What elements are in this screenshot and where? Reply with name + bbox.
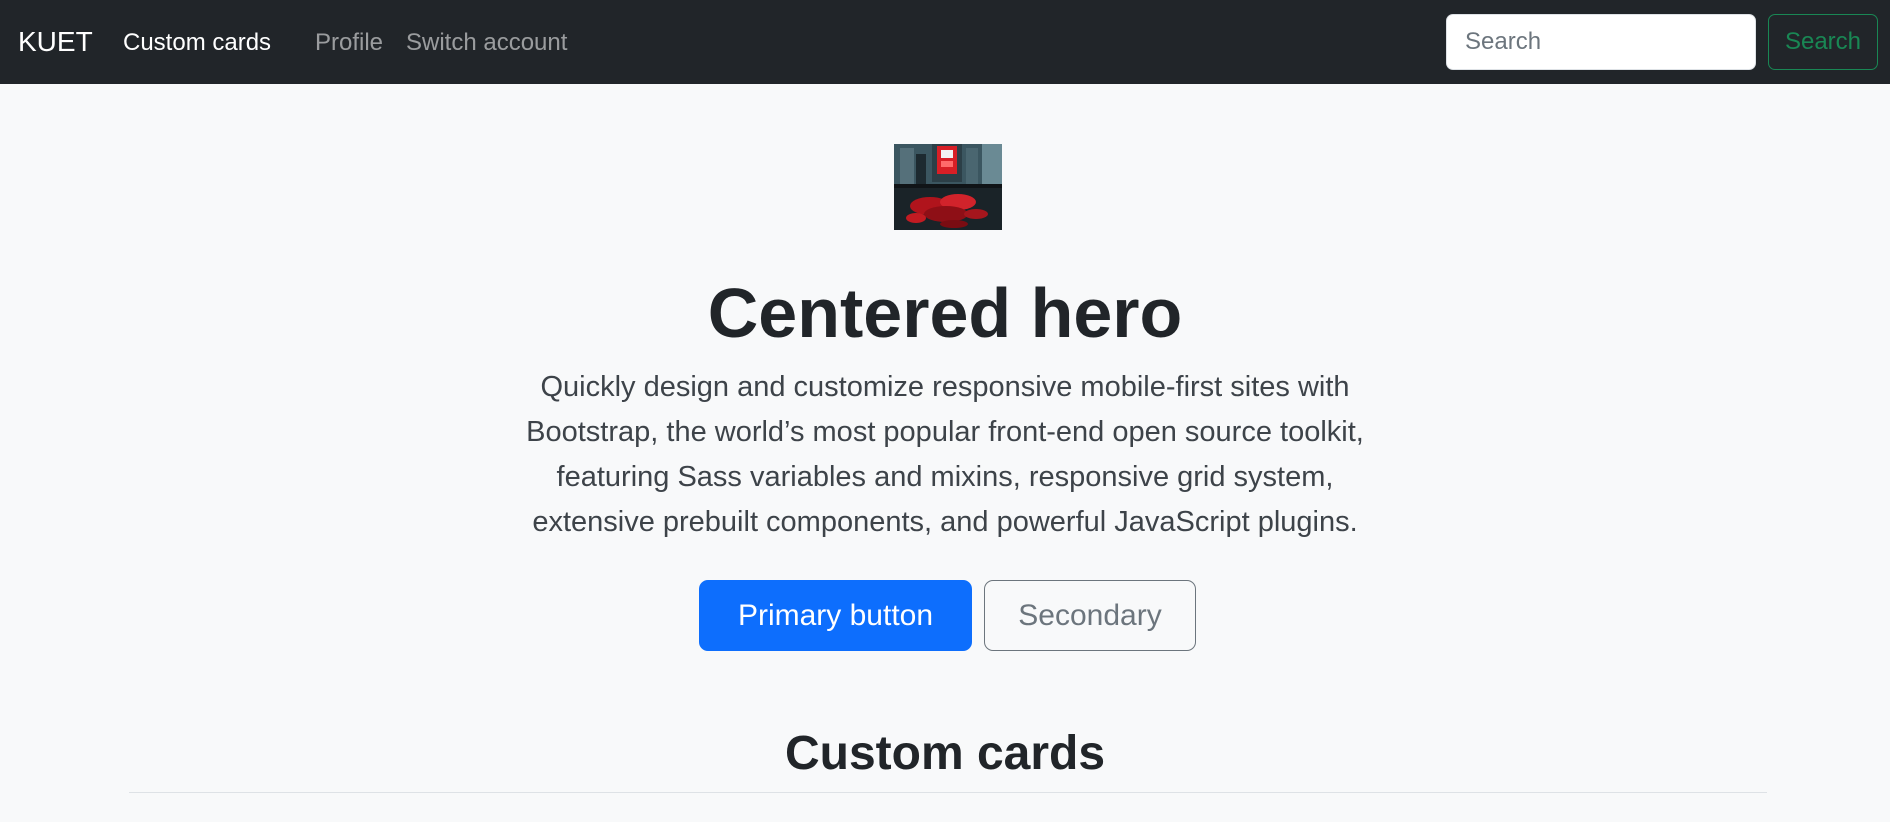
nav-link-switch-account[interactable]: Switch account [406,27,567,59]
navbar-brand[interactable]: KUET [18,24,93,60]
search-input[interactable] [1446,14,1756,70]
section-title: Custom cards [784,727,1106,780]
nav-link-custom-cards[interactable]: Custom cards [123,27,271,59]
primary-button[interactable]: Primary button [699,580,972,651]
search-button[interactable]: Search [1768,14,1878,70]
navbar: KUET Custom cards Profile Switch account… [0,0,1890,84]
secondary-button[interactable]: Secondary [984,580,1196,651]
hero-image-graphic [894,144,1002,230]
hero-lead: Quickly design and customize responsive … [526,371,1364,538]
hero-title: Centered hero [707,274,1183,352]
section-divider [129,792,1767,793]
hero-image [894,144,1002,230]
nav-link-profile[interactable]: Profile [315,27,383,59]
